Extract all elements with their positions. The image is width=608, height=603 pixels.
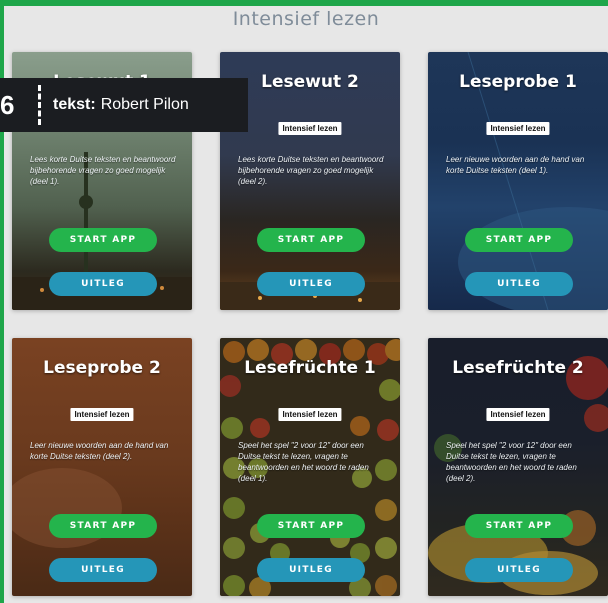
credit-author: Robert Pilon [100, 96, 189, 113]
card-lesefruchte-1: Lesefrüchte 1 Intensief lezen Speel het … [220, 338, 400, 596]
intensief-lezen-badge: Intensief lezen [70, 408, 134, 421]
card-leseprobe-1: Leseprobe 1 Intensief lezen Leer nieuwe … [428, 52, 608, 310]
dashed-divider [38, 85, 41, 125]
uitleg-button[interactable]: UITLEG [49, 272, 157, 296]
card-description: Leer nieuwe woorden aan de hand van kort… [30, 441, 169, 461]
uitleg-button[interactable]: UITLEG [49, 558, 157, 582]
card-lesefruchte-2: Lesefrüchte 2 Intensief lezen Speel het … [428, 338, 608, 596]
intensief-lezen-badge: Intensief lezen [486, 408, 550, 421]
card-description: Leer nieuwe woorden aan de hand van kort… [446, 155, 585, 175]
start-app-button[interactable]: START APP [257, 228, 365, 252]
start-app-button[interactable]: START APP [257, 514, 365, 538]
card-title: Lesefrüchte 1 [244, 358, 376, 378]
author-credit-banner: 6 tekst: Robert Pilon [0, 78, 248, 132]
card-title: Leseprobe 2 [43, 358, 161, 378]
intensief-lezen-badge: Intensief lezen [486, 122, 550, 135]
intensief-lezen-badge: Intensief lezen [278, 408, 342, 421]
page-number: 6 [0, 89, 15, 120]
credit-label: tekst: [53, 96, 96, 113]
start-app-button[interactable]: START APP [49, 228, 157, 252]
start-app-button[interactable]: START APP [49, 514, 157, 538]
card-description: Speel het spel "2 voor 12" door een Duit… [238, 441, 369, 483]
uitleg-button[interactable]: UITLEG [465, 272, 573, 296]
page-title: Intensief lezen [232, 8, 380, 30]
card-title: Lesefrüchte 2 [452, 358, 584, 378]
uitleg-button[interactable]: UITLEG [257, 272, 365, 296]
card-leseprobe-2: Leseprobe 2 Intensief lezen Leer nieuwe … [12, 338, 192, 596]
start-app-button[interactable]: START APP [465, 514, 573, 538]
start-app-button[interactable]: START APP [465, 228, 573, 252]
card-title: Leseprobe 1 [459, 72, 577, 92]
uitleg-button[interactable]: UITLEG [465, 558, 573, 582]
card-description: Lees korte Duitse teksten en beantwoord … [238, 155, 384, 186]
uitleg-button[interactable]: UITLEG [257, 558, 365, 582]
card-description: Speel het spel "2 voor 12" door een Duit… [446, 441, 577, 483]
card-description: Lees korte Duitse teksten en beantwoord … [30, 155, 176, 186]
intensief-lezen-badge: Intensief lezen [278, 122, 342, 135]
